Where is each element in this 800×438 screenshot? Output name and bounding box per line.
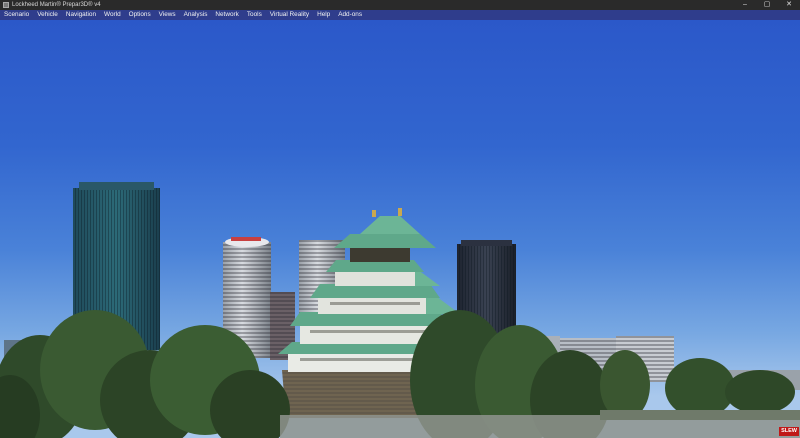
minimize-button[interactable]: – — [734, 0, 756, 10]
window-title: Lockheed Martin® Prepar3D® v4 — [12, 2, 101, 8]
close-button[interactable]: ✕ — [778, 0, 800, 10]
menu-options[interactable]: Options — [129, 10, 151, 20]
menu-tools[interactable]: Tools — [247, 10, 262, 20]
scenery — [0, 182, 800, 438]
menu-network[interactable]: Network — [215, 10, 238, 20]
menu-bar: Scenario Vehicle Navigation World Option… — [0, 10, 800, 20]
simulator-viewport[interactable]: SLEW — [0, 20, 800, 438]
app-icon — [3, 2, 9, 8]
menu-navigation[interactable]: Navigation — [66, 10, 96, 20]
app-window: Lockheed Martin® Prepar3D® v4 – ▢ ✕ Scen… — [0, 0, 800, 438]
window-controls: – ▢ ✕ — [734, 0, 800, 10]
title-bar[interactable]: Lockheed Martin® Prepar3D® v4 – ▢ ✕ — [0, 0, 800, 10]
menu-add-ons[interactable]: Add-ons — [338, 10, 362, 20]
menu-help[interactable]: Help — [317, 10, 330, 20]
menu-views[interactable]: Views — [159, 10, 176, 20]
maximize-button[interactable]: ▢ — [756, 0, 778, 10]
menu-analysis[interactable]: Analysis — [184, 10, 208, 20]
slew-indicator: SLEW — [779, 427, 799, 436]
menu-world[interactable]: World — [104, 10, 121, 20]
menu-vehicle[interactable]: Vehicle — [37, 10, 58, 20]
menu-virtual-reality[interactable]: Virtual Reality — [270, 10, 309, 20]
menu-scenario[interactable]: Scenario — [4, 10, 29, 20]
